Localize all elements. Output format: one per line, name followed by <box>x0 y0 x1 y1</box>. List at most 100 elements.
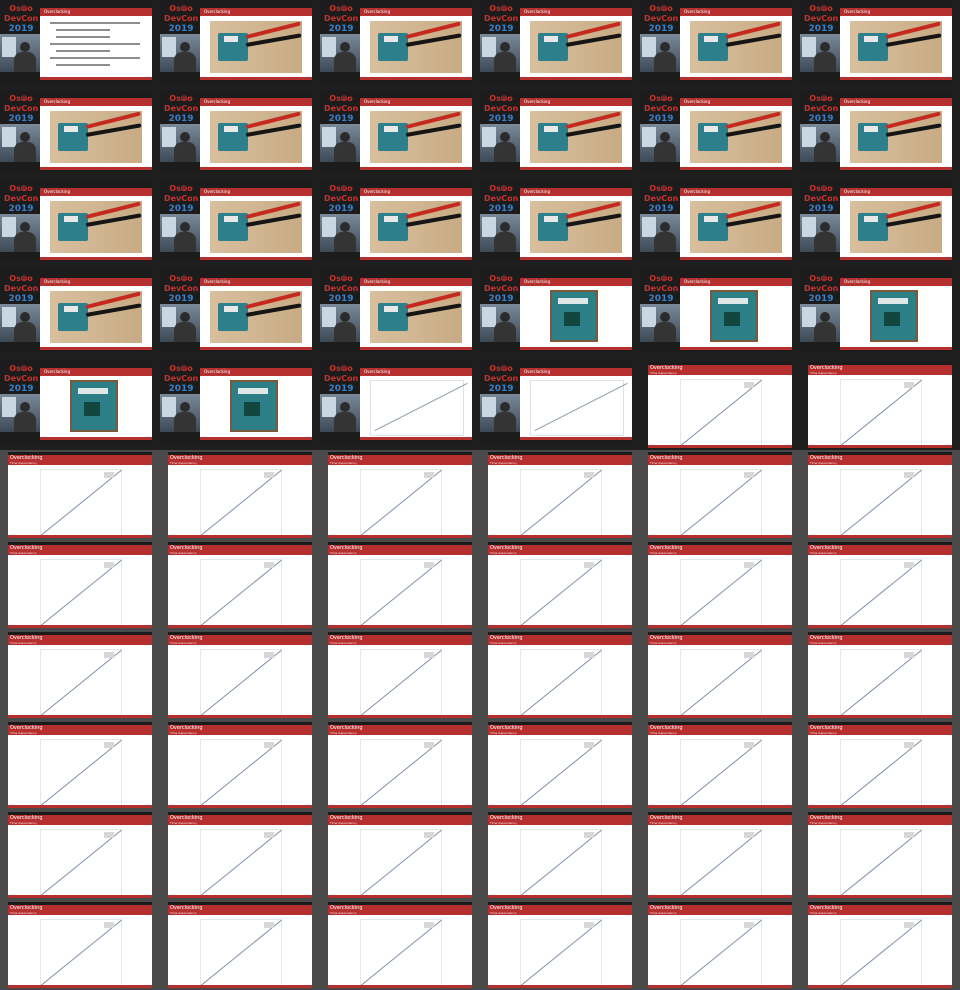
video-thumbnail[interactable]: Overclocking Time dependency <box>808 812 952 898</box>
slide-header: Overclocking <box>40 368 152 376</box>
devcon-logo: Os⦾o DevCon 2019 <box>324 184 358 214</box>
video-thumbnail[interactable]: Os⦾o DevCon 2019 Overclocking <box>800 90 952 172</box>
video-thumbnail[interactable]: Overclocking Time dependency <box>488 452 632 538</box>
logo-year: 2019 <box>328 24 354 34</box>
video-thumbnail[interactable]: Os⦾o DevCon 2019 Overclocking <box>480 360 632 442</box>
video-thumbnail[interactable]: Os⦾o DevCon 2019 Overclocking <box>160 180 312 262</box>
plot-area <box>520 559 602 627</box>
video-thumbnail[interactable]: Overclocking Time dependency <box>488 812 632 898</box>
logo-year: 2019 <box>168 384 194 394</box>
video-thumbnail[interactable]: Overclocking Time dependency <box>328 812 472 898</box>
video-thumbnail[interactable]: Overclocking Time dependency <box>648 452 792 538</box>
video-thumbnail[interactable]: Os⦾o DevCon 2019 Overclocking <box>0 0 152 82</box>
board-photo <box>210 201 302 253</box>
video-thumbnail[interactable]: Os⦾o DevCon 2019 Overclocking <box>320 270 472 352</box>
video-thumbnail[interactable]: Overclocking Time dependency <box>8 452 152 538</box>
slide-header: Overclocking <box>200 188 312 196</box>
slide-subtitle: Time dependency <box>170 911 197 915</box>
video-thumbnail[interactable]: Os⦾o DevCon 2019 Overclocking <box>160 360 312 442</box>
conference-sidebar: Os⦾o DevCon 2019 <box>0 90 40 172</box>
video-thumbnail[interactable]: Os⦾o DevCon 2019 Overclocking <box>0 360 152 442</box>
video-thumbnail[interactable]: Overclocking Time dependency <box>488 722 632 808</box>
plot-legend <box>104 922 114 928</box>
video-thumbnail[interactable]: Overclocking Time dependency <box>808 452 952 538</box>
video-thumbnail[interactable]: Os⦾o DevCon 2019 Overclocking <box>160 90 312 172</box>
video-thumbnail[interactable]: Overclocking Time dependency <box>8 632 152 718</box>
video-thumbnail[interactable]: Overclocking Time dependency <box>328 632 472 718</box>
video-thumbnail[interactable]: Os⦾o DevCon 2019 Overclocking <box>320 90 472 172</box>
video-thumbnail[interactable]: Overclocking Time dependency <box>808 722 952 808</box>
slide-preview: Overclocking <box>200 368 312 440</box>
video-thumbnail[interactable]: Overclocking Time dependency <box>168 632 312 718</box>
video-thumbnail[interactable]: Overclocking Time dependency <box>168 812 312 898</box>
video-thumbnail[interactable]: Os⦾o DevCon 2019 Overclocking <box>160 0 312 82</box>
video-thumbnail[interactable]: Overclocking Time dependency <box>8 812 152 898</box>
video-thumbnail[interactable]: Os⦾o DevCon 2019 Overclocking <box>480 180 632 262</box>
video-thumbnail[interactable]: Overclocking Time dependency <box>328 902 472 988</box>
speaker-camera <box>160 214 200 252</box>
slide-header: Overclocking <box>360 278 472 286</box>
video-thumbnail[interactable]: Overclocking Time dependency <box>168 542 312 628</box>
video-thumbnail[interactable]: Overclocking Time dependency <box>808 902 952 988</box>
video-thumbnail[interactable]: Overclocking Time dependency <box>168 452 312 538</box>
plot-area <box>680 739 762 807</box>
video-thumbnail[interactable]: Os⦾o DevCon 2019 Overclocking <box>800 180 952 262</box>
video-thumbnail[interactable]: Overclocking Time dependency <box>488 902 632 988</box>
slide-header: Overclocking Time dependency <box>8 815 152 825</box>
video-thumbnail[interactable]: Overclocking Time dependency <box>648 722 792 808</box>
slide-header: Overclocking Time dependency <box>168 455 312 465</box>
video-thumbnail[interactable]: Os⦾o DevCon 2019 Overclocking <box>640 180 792 262</box>
plot-area <box>200 919 282 987</box>
video-thumbnail[interactable]: Overclocking Time dependency <box>168 902 312 988</box>
video-thumbnail[interactable]: Os⦾o DevCon 2019 Overclocking <box>800 270 952 352</box>
video-thumbnail[interactable]: Overclocking Time dependency <box>328 452 472 538</box>
video-thumbnail[interactable]: Overclocking Time dependency <box>488 542 632 628</box>
video-thumbnail[interactable]: Overclocking Time dependency <box>328 542 472 628</box>
video-thumbnail[interactable]: Overclocking Time dependency <box>648 902 792 988</box>
slide-header: Overclocking Time dependency <box>808 455 952 465</box>
video-thumbnail[interactable]: Overclocking Time dependency <box>808 632 952 718</box>
video-thumbnail[interactable]: Os⦾o DevCon 2019 Overclocking <box>640 90 792 172</box>
plot-legend <box>424 562 434 568</box>
video-thumbnail[interactable]: Os⦾o DevCon 2019 Overclocking <box>0 180 152 262</box>
video-thumbnail[interactable]: Os⦾o DevCon 2019 Overclocking <box>320 0 472 82</box>
plot-legend <box>904 562 914 568</box>
video-thumbnail[interactable]: Os⦾o DevCon 2019 Overclocking <box>0 90 152 172</box>
video-thumbnail[interactable]: Overclocking Time dependency <box>8 542 152 628</box>
video-thumbnail[interactable]: Overclocking Time dependency <box>648 542 792 628</box>
video-thumbnail[interactable]: Os⦾o DevCon 2019 Overclocking <box>160 270 312 352</box>
video-thumbnail[interactable]: Os⦾o DevCon 2019 Overclocking <box>800 0 952 82</box>
video-thumbnail[interactable]: Os⦾o DevCon 2019 Overclocking <box>480 270 632 352</box>
slide-header: Overclocking Time dependency <box>328 815 472 825</box>
video-thumbnail[interactable]: Overclocking Time dependency <box>648 632 792 718</box>
slide-subtitle: Time dependency <box>650 731 677 735</box>
video-thumbnail[interactable]: Overclocking Time dependency <box>648 812 792 898</box>
slide-preview: Overclocking <box>360 8 472 80</box>
video-thumbnail[interactable]: Overclocking Time dependency <box>328 722 472 808</box>
devcon-logo: Os⦾o DevCon 2019 <box>4 4 38 34</box>
slide-header: Overclocking Time dependency <box>168 545 312 555</box>
logo-year: 2019 <box>808 24 834 34</box>
video-thumbnail[interactable]: Os⦾o DevCon 2019 Overclocking <box>0 270 152 352</box>
conference-sidebar: Os⦾o DevCon 2019 <box>160 180 200 262</box>
video-thumbnail[interactable]: Overclocking Time dependency <box>168 722 312 808</box>
video-thumbnail[interactable]: Os⦾o DevCon 2019 Overclocking <box>320 180 472 262</box>
video-thumbnail[interactable]: Overclocking Time dependency <box>488 632 632 718</box>
video-thumbnail[interactable]: Os⦾o DevCon 2019 Overclocking <box>480 0 632 82</box>
logo-year: 2019 <box>8 294 34 304</box>
video-thumbnail[interactable]: Overclocking Time dependency <box>8 902 152 988</box>
plot-legend <box>584 562 594 568</box>
video-thumbnail[interactable]: Overclocking Time dependency <box>8 722 152 808</box>
video-thumbnail[interactable]: Os⦾o DevCon 2019 Overclocking <box>480 90 632 172</box>
video-thumbnail[interactable]: Overclocking Time dependency <box>808 542 952 628</box>
video-thumbnail[interactable]: Os⦾o DevCon 2019 Overclocking <box>640 0 792 82</box>
video-thumbnail[interactable]: Overclocking Time dependency <box>808 362 952 448</box>
slide-header: Overclocking <box>200 98 312 106</box>
plot-legend <box>904 922 914 928</box>
video-thumbnail[interactable]: Os⦾o DevCon 2019 Overclocking <box>640 270 792 352</box>
slide-title: Overclocking <box>364 279 390 284</box>
video-thumbnail[interactable]: Overclocking Time dependency <box>648 362 792 448</box>
slide-header: Overclocking <box>520 8 632 16</box>
slide-preview: Overclocking <box>360 188 472 260</box>
video-thumbnail[interactable]: Os⦾o DevCon 2019 Overclocking <box>320 360 472 442</box>
